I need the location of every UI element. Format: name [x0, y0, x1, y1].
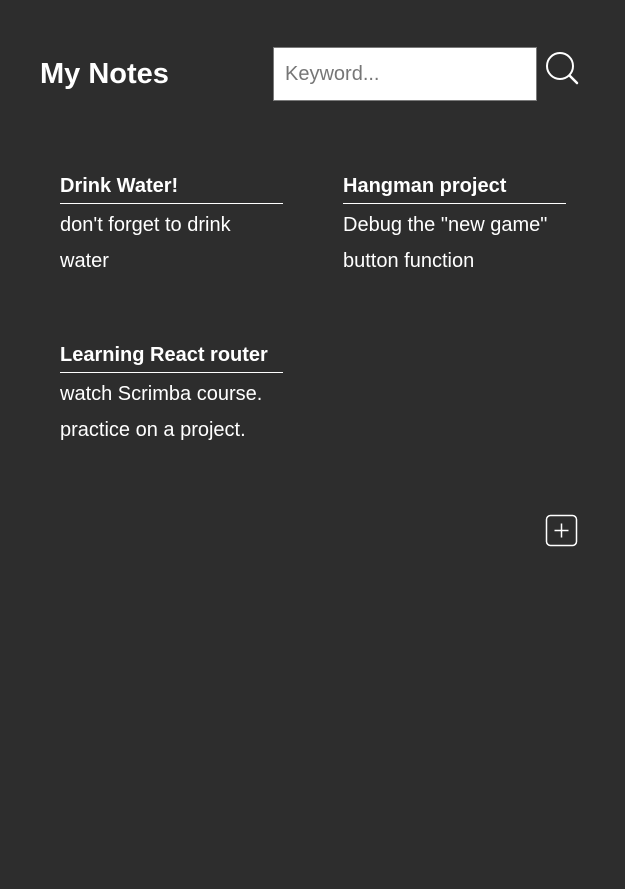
note-card[interactable]: Learning React router watch Scrimba cour…	[60, 343, 283, 448]
search-icon	[546, 52, 579, 85]
search-button[interactable]	[543, 50, 581, 88]
note-body: watch Scrimba course. practice on a proj…	[60, 383, 263, 441]
note-body: Debug the "new game" button function	[343, 214, 548, 272]
search-input[interactable]	[273, 47, 537, 101]
page-title: My Notes	[40, 58, 169, 90]
note-title: Learning React router	[60, 343, 283, 373]
plus-square-icon	[545, 514, 578, 547]
note-body: don't forget to drink water	[60, 214, 231, 272]
note-title: Drink Water!	[60, 174, 283, 204]
note-title: Hangman project	[343, 174, 566, 204]
note-card[interactable]: Hangman project Debug the "new game" but…	[343, 174, 566, 279]
note-card[interactable]: Drink Water! don't forget to drink water	[60, 174, 283, 279]
add-note-button[interactable]	[545, 514, 578, 547]
